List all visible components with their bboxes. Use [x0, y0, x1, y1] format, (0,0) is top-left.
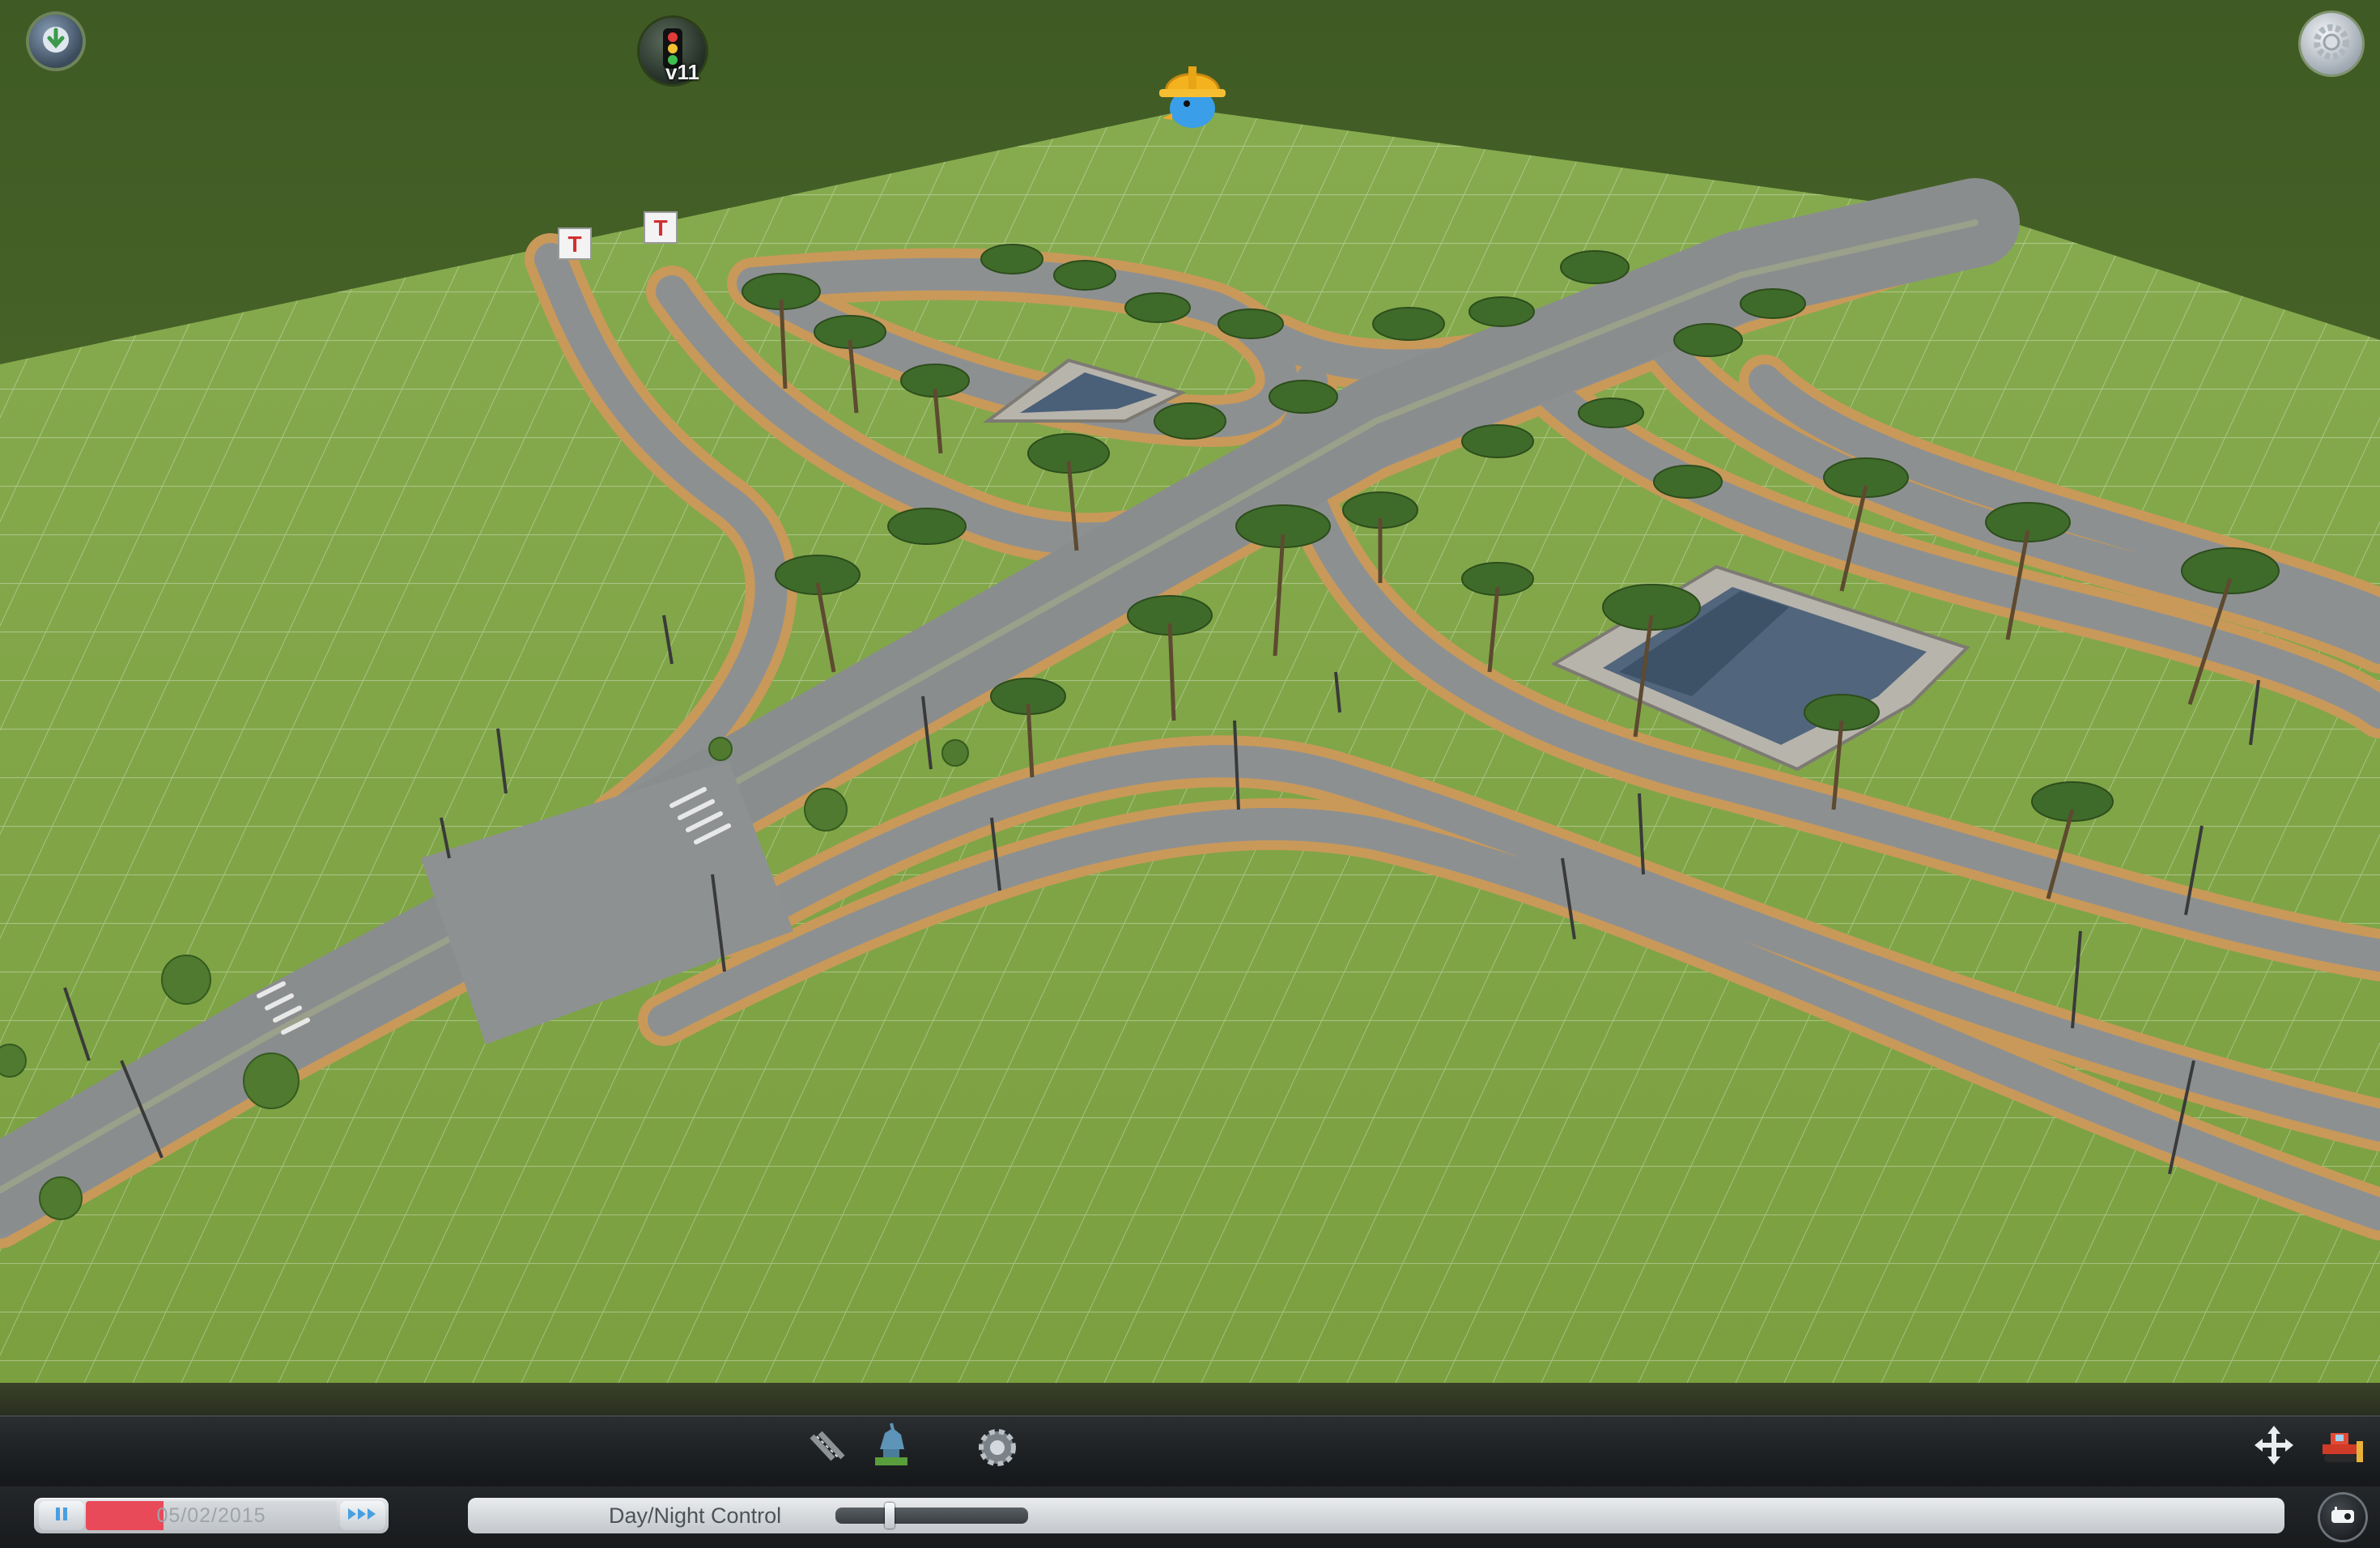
day-night-label: Day/Night Control [609, 1503, 782, 1528]
bulldozer-button[interactable] [2314, 1422, 2367, 1472]
main-toolbar [0, 1415, 2380, 1488]
pause-button[interactable] [39, 1501, 84, 1530]
traffic-manager-version: v11 [665, 60, 699, 84]
game-date: 05/02/2015 [156, 1504, 266, 1527]
bus-stop-sign[interactable]: T [644, 211, 678, 244]
fast-forward-icon [346, 1506, 379, 1526]
radio-icon [2330, 1506, 2356, 1529]
radio-button[interactable] [2320, 1495, 2365, 1540]
day-night-slider[interactable] [835, 1503, 1028, 1529]
unlock-icon [40, 23, 72, 60]
svg-text:T: T [653, 215, 667, 240]
gear-icon [2311, 22, 2352, 66]
unlock-button[interactable] [29, 15, 83, 68]
bus-stop-sign[interactable]: T [558, 228, 592, 260]
svg-text:T: T [567, 232, 581, 257]
chirper-button[interactable] [1148, 47, 1237, 136]
roads-icon [809, 1430, 846, 1466]
monuments-button[interactable] [866, 1422, 916, 1472]
bulldozer-icon [2316, 1425, 2365, 1469]
monument-statue-icon [869, 1422, 914, 1473]
services-button[interactable] [973, 1425, 1022, 1474]
day-night-slider-handle[interactable] [885, 1503, 895, 1529]
date-display: 05/02/2015 [86, 1501, 337, 1530]
pause-icon [53, 1505, 70, 1527]
services-gear-icon [975, 1426, 1019, 1474]
chirper-bird-icon [1148, 45, 1237, 138]
move-button[interactable] [2250, 1423, 2297, 1470]
city-map-view[interactable]: T T [0, 0, 2380, 1383]
roads-button[interactable] [806, 1427, 848, 1469]
move-arrows-icon [2253, 1424, 2295, 1470]
speed-button[interactable] [340, 1501, 385, 1530]
game-viewport[interactable]: T T [0, 0, 2380, 1383]
toolbar-tab-strip [0, 1383, 2380, 1415]
options-button[interactable] [2301, 13, 2362, 74]
